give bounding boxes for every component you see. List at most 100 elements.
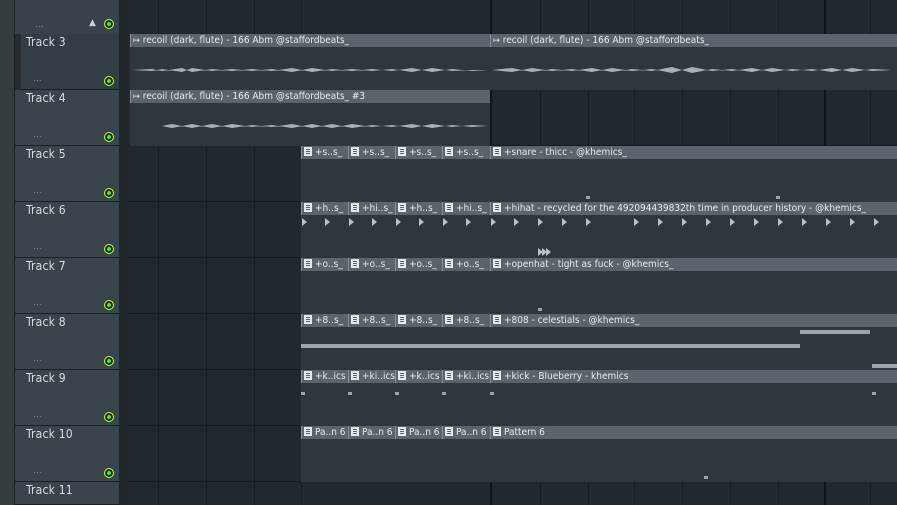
clip-title: +hi..s_ [348,202,395,215]
pattern-clip[interactable]: Pa..n 6 [348,426,395,482]
pattern-clip[interactable]: +o..s_ [395,258,442,314]
pattern-clip[interactable]: Pa..n 6 [301,426,348,482]
note [349,218,354,226]
pattern-clip[interactable]: +openhat - tight as fuck - @khemics_ [490,258,897,314]
pattern-clip[interactable]: +ki..ics [348,370,395,426]
pattern-clip[interactable]: +s..s_ [348,146,395,202]
note [466,218,471,226]
pattern-clip[interactable]: +k..ics [301,370,348,426]
led-icon[interactable] [104,76,114,86]
pattern-clip[interactable]: +h..s_ [301,202,348,258]
led-icon[interactable] [104,468,114,478]
clip-label: Pa..n 6 [362,427,393,438]
pattern-clip[interactable]: Pa..n 6 [442,426,490,482]
clip-title: +hi..s_ [442,202,490,215]
pattern-clip[interactable]: +k..ics [395,370,442,426]
led-icon[interactable] [104,300,114,310]
track-header-9[interactable]: Track 9 ... [15,370,119,426]
clip-label: +ki..ics [456,371,490,382]
note [538,218,543,226]
pattern-clip-icon [445,259,453,268]
track-name: Track 4 [26,91,66,105]
track-header-10[interactable]: Track 10 ... [15,426,119,482]
clip-title: +s..s_ [395,146,442,159]
note [442,344,490,348]
clip-label: +k..ics [409,371,440,382]
track-header-8[interactable]: Track 8 ... [15,314,119,370]
track-name: Track 5 [26,147,66,161]
pattern-clip-icon [351,371,359,380]
pattern-clip[interactable]: +snare - thicc - @khemics_ [490,146,897,202]
track-header-7[interactable]: Track 7 ... [15,258,119,314]
audio-clip[interactable]: ↦ recoil (dark, flute) - 166 Abm @staffor… [130,34,490,90]
pattern-clip[interactable]: +h..s_ [395,202,442,258]
pattern-clip[interactable]: Pa..n 6 [395,426,442,482]
audio-clip[interactable]: ↦ recoil (dark, flute) - 166 Abm @staffor… [130,90,490,146]
pattern-clip-icon [351,259,359,268]
pattern-clip[interactable]: +o..s_ [442,258,490,314]
playlist-area[interactable]: ↦ recoil (dark, flute) - 166 Abm @staffor… [128,0,897,505]
audio-clip-icon: ↦ [133,36,140,46]
note [634,218,639,226]
clip-label: +snare - thicc - @khemics_ [504,147,627,158]
led-icon[interactable] [104,188,114,198]
pattern-clip[interactable]: +8..s_ [395,314,442,370]
pattern-clip[interactable]: +8..s_ [301,314,348,370]
track-dots: ... [33,298,42,308]
pattern-clip[interactable]: +8..s_ [348,314,395,370]
track-header-5[interactable]: Track 5 ... [15,146,119,202]
pattern-clip-icon [493,427,501,436]
note [562,218,567,226]
audio-clip[interactable]: ↦ recoil (dark, flute) - 166 Abm @staffor… [490,34,897,90]
led-icon[interactable] [104,19,114,29]
clip-label: Pa..n 6 [409,427,440,438]
led-icon[interactable] [104,356,114,366]
note [778,218,783,226]
note [301,392,305,395]
pattern-clip[interactable]: +ki..ics [442,370,490,426]
note [538,308,542,311]
pattern-clip[interactable]: +808 - celestials - @khemics_ [490,314,897,370]
note [325,218,330,226]
pattern-clip-icon [445,427,453,436]
note [704,476,708,479]
track-dots: ... [33,74,42,84]
led-icon[interactable] [104,132,114,142]
pattern-clip-icon [398,259,406,268]
clip-label: +s..s_ [315,147,343,158]
clip-title: Pa..n 6 [301,426,348,439]
led-icon[interactable] [104,412,114,422]
clip-label: +o..s_ [409,259,437,270]
note [706,218,711,226]
note [800,330,870,334]
pattern-clip[interactable]: +s..s_ [442,146,490,202]
clip-label: recoil (dark, flute) - 166 Abm @stafford… [142,35,350,46]
pattern-clip-icon [493,371,501,380]
pattern-clip[interactable]: +hihat - recycled for the 492094439832th… [490,202,897,258]
clip-title: +8..s_ [348,314,395,327]
pattern-clip[interactable]: +kick - Blueberry - khemics [490,370,897,426]
pattern-clip[interactable]: +o..s_ [301,258,348,314]
pattern-clip[interactable]: +hi..s_ [348,202,395,258]
track-header-11[interactable]: Track 11 [15,482,119,505]
pattern-clip[interactable]: +8..s_ [442,314,490,370]
clip-label: +h..s_ [315,203,344,214]
led-icon[interactable] [104,244,114,254]
clip-title: +o..s_ [395,258,442,271]
pattern-clip[interactable]: Pattern 6 [490,426,897,482]
track-header-4[interactable]: Track 4 ... [15,90,119,146]
pattern-clip[interactable]: +hi..s_ [442,202,490,258]
pattern-clip[interactable]: +s..s_ [301,146,348,202]
pattern-clip[interactable]: +s..s_ [395,146,442,202]
note [395,344,442,348]
note [348,392,352,395]
clip-title: +ki..ics [348,370,395,383]
pattern-clip-icon [398,371,406,380]
track-header-6[interactable]: Track 6 ... [15,202,119,258]
note [546,248,551,256]
pattern-clip[interactable]: +o..s_ [348,258,395,314]
note [348,344,395,348]
scroll-up-icon[interactable]: ▲ [89,18,96,28]
track-header-3[interactable]: Track 3 ... [15,34,119,90]
clip-title: +openhat - tight as fuck - @khemics_ [490,258,897,271]
